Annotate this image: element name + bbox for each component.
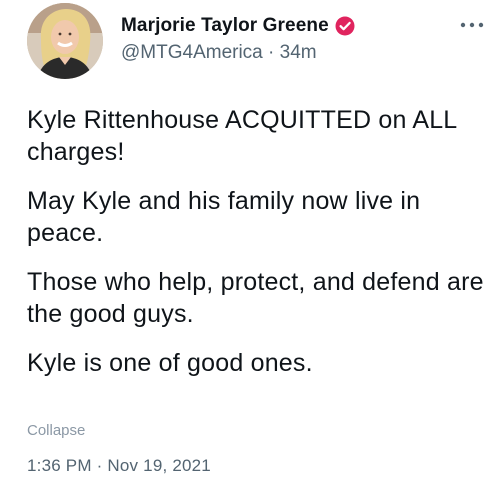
tweet-paragraph: Kyle Rittenhouse ACQUITTED on ALL charge…: [27, 106, 457, 166]
tweet-paragraph: Those who help, protect, and defend are …: [27, 268, 484, 328]
collapse-link[interactable]: Collapse: [27, 422, 85, 439]
tweet-paragraph: May Kyle and his family now live in peac…: [27, 187, 421, 247]
author-handle[interactable]: @MTG4America: [121, 42, 263, 63]
more-options-icon[interactable]: [459, 17, 485, 28]
display-name[interactable]: Marjorie Taylor Greene: [121, 15, 329, 37]
tweet-paragraph: Kyle is one of good ones.: [27, 349, 313, 377]
verified-badge-icon: [335, 16, 355, 36]
display-name-row: Marjorie Taylor Greene: [121, 13, 355, 39]
avatar-image: [27, 3, 103, 79]
tweet-text: Kyle Rittenhouse ACQUITTED on ALL charge…: [27, 104, 487, 396]
relative-time[interactable]: 34m: [280, 42, 317, 63]
tweet-header: Marjorie Taylor Greene @MTG4America · 34…: [27, 3, 485, 79]
tweet: Marjorie Taylor Greene @MTG4America · 34…: [0, 0, 500, 491]
avatar[interactable]: [27, 3, 103, 79]
tweet-timestamp[interactable]: 1:36 PM · Nov 19, 2021: [27, 456, 211, 476]
author-info: Marjorie Taylor Greene @MTG4America · 34…: [121, 13, 355, 64]
handle-row: @MTG4America · 34m: [121, 42, 355, 64]
handle-separator: ·: [268, 42, 280, 63]
